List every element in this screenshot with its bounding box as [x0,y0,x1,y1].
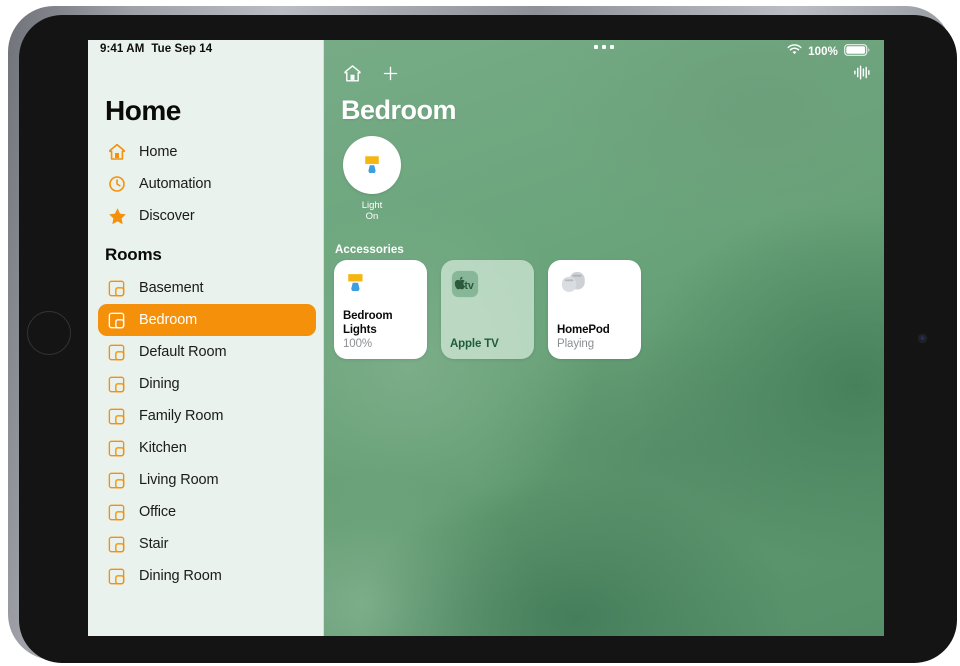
scene-tile-name: Light [361,200,383,211]
accessory-state: 100% [343,338,373,350]
sidebar-room-dining-room[interactable]: Dining Room [98,560,316,592]
accessory-card-bedroom-lights[interactable]: Bedroom Lights 100% [334,260,427,359]
audio-waveform-icon[interactable] [853,64,870,86]
plus-icon[interactable] [381,64,400,88]
clock-icon [106,173,128,195]
room-label: Office [139,504,177,520]
ipad-screen: 9:41 AM Tue Sep 14 Home Home Automation … [88,40,884,636]
accessory-name: Apple TV [450,338,525,352]
scene-tile-light[interactable]: Light On [334,136,410,222]
accessory-name: Bedroom Lights [343,310,418,337]
accessories-section-header: Accessories [335,244,404,256]
room-label: Dining Room [139,568,222,584]
sidebar-item-label: Discover [139,208,195,224]
svg-text:tv: tv [464,280,474,292]
status-date: Tue Sep 14 [151,43,213,55]
room-label: Stair [139,536,169,552]
front-camera-icon [918,334,927,343]
sidebar-room-kitchen[interactable]: Kitchen [98,432,316,464]
battery-full-icon [844,43,870,61]
sidebar-room-default-room[interactable]: Default Room [98,336,316,368]
sidebar-item-automation[interactable]: Automation [98,168,316,200]
multitask-dots-icon[interactable] [594,45,614,49]
room-icon [106,438,126,458]
status-bar-left: 9:41 AM Tue Sep 14 [100,43,212,55]
accessory-text: Apple TV [450,338,525,352]
scene-tile-circle [343,136,401,194]
main-content: 100% Bedroom Light On Accessories Bedroo… [324,40,884,636]
sidebar-room-living-room[interactable]: Living Room [98,464,316,496]
accessory-state: Playing [557,338,595,350]
scene-tile-caption: Light On [334,200,410,222]
sidebar-item-discover[interactable]: Discover [98,200,316,232]
accessory-name-line1: Apple TV [450,337,499,350]
room-icon [106,374,126,394]
lamp-icon [357,148,387,183]
accessory-name: HomePod [557,324,632,338]
sidebar-room-bedroom[interactable]: Bedroom [98,304,316,336]
room-icon [106,502,126,522]
sidebar-room-basement[interactable]: Basement [98,272,316,304]
battery-percent-label: 100% [808,46,838,58]
dot [610,45,614,49]
accessory-name-line2: Lights [343,323,377,336]
status-bar-right: 100% [787,43,870,61]
room-icon [106,566,126,586]
room-label: Default Room [139,344,227,360]
sidebar-item-home[interactable]: Home [98,136,316,168]
lamp-icon [343,269,418,303]
room-icon [106,342,126,362]
accessory-card-homepod[interactable]: HomePod Playing [548,260,641,359]
house-icon[interactable] [342,63,363,89]
room-label: Bedroom [139,312,198,328]
room-label: Kitchen [139,440,187,456]
sidebar-room-stair[interactable]: Stair [98,528,316,560]
accessory-text: Bedroom Lights 100% [343,310,418,351]
room-icon [106,406,126,426]
accessory-name-line1: HomePod [557,323,610,336]
sidebar-room-family-room[interactable]: Family Room [98,400,316,432]
room-icon [106,310,126,330]
room-icon [106,470,126,490]
dot [602,45,606,49]
wifi-icon [787,43,802,61]
accessory-text: HomePod Playing [557,324,632,352]
scene-tile-state: On [365,211,379,222]
device-frame: 9:41 AM Tue Sep 14 Home Home Automation … [8,6,957,663]
dot [594,45,598,49]
status-time: 9:41 AM [100,43,145,55]
accessory-card-apple-tv[interactable]: tv Apple TV [441,260,534,359]
room-label: Living Room [139,472,219,488]
room-icon [106,534,126,554]
sidebar: 9:41 AM Tue Sep 14 Home Home Automation … [88,40,324,636]
room-title: Bedroom [341,95,457,125]
sidebar-item-label: Home [139,144,178,160]
room-label: Dining [139,376,180,392]
apple-tv-icon: tv [450,269,525,303]
room-icon [106,278,126,298]
sidebar-item-label: Automation [139,176,212,192]
room-label: Family Room [139,408,224,424]
page-title: Home [105,95,181,126]
accessory-name-line1: Bedroom [343,310,393,322]
room-label: Basement [139,280,204,296]
rooms-section-header: Rooms [105,245,162,264]
sidebar-room-office[interactable]: Office [98,496,316,528]
accessory-grid: Bedroom Lights 100% tv Apple TV HomePod … [334,260,641,359]
rooms-list: Basement Bedroom Default Room Dining Fam… [98,272,316,592]
sidebar-nav-list: Home Automation Discover [98,136,316,232]
home-button[interactable] [27,311,71,355]
main-toolbar [342,63,400,89]
star-icon [106,205,128,227]
homepod-icon [557,269,632,303]
sidebar-room-dining[interactable]: Dining [98,368,316,400]
house-icon [106,141,128,163]
